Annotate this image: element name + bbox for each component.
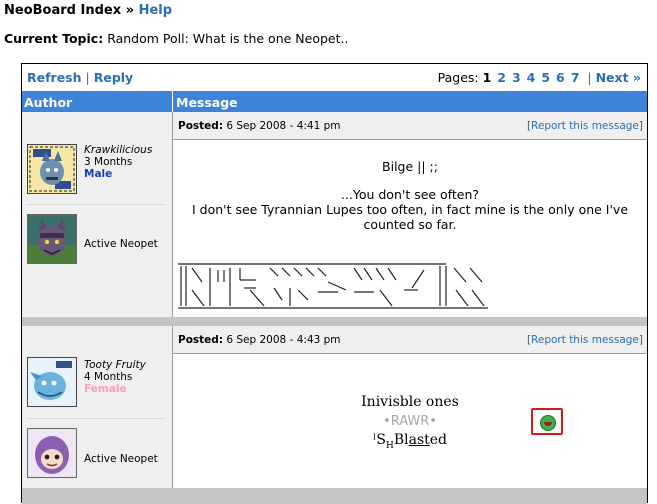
post-1-body: Bilge || ;; ...You don't see often? I do… bbox=[173, 140, 647, 317]
author-username[interactable]: Krawkilicious bbox=[84, 144, 152, 156]
post-1-line-2: ...You don't see often? bbox=[340, 187, 480, 202]
pet-image[interactable] bbox=[27, 428, 77, 478]
author-account-age: 4 Months bbox=[84, 371, 133, 383]
breadcrumb-index[interactable]: NeoBoard Index bbox=[4, 3, 121, 18]
post-2-line-2: •RAWR• bbox=[383, 414, 437, 429]
current-page: 1 bbox=[482, 70, 492, 85]
page-link-5[interactable]: 5 bbox=[541, 70, 550, 85]
column-author: Author bbox=[24, 95, 73, 110]
post-1-line-3: I don't see Tyrannian Lupes too often, i… bbox=[191, 202, 629, 217]
pagination: Pages: 1 2 3 4 5 6 7 | Next » bbox=[438, 70, 641, 85]
topic-label: Current Topic: bbox=[4, 31, 104, 46]
report-message-link[interactable]: Report this message bbox=[531, 120, 639, 132]
pagination-divider: | bbox=[587, 70, 592, 85]
column-message: Message bbox=[176, 95, 238, 110]
pet-status: Active Neopet bbox=[84, 453, 158, 465]
author-account-age: 3 Months bbox=[84, 156, 133, 168]
breadcrumb-separator: » bbox=[125, 3, 135, 18]
post-2-body: Inivisble ones •RAWR• ˡSHBlasted bbox=[173, 354, 647, 488]
post-2-line-3: ˡSHBlasted bbox=[372, 432, 448, 451]
page-link-4[interactable]: 4 bbox=[527, 70, 536, 85]
post-1-author-cell: Krawkilicious 3 Months Male Active Neope… bbox=[22, 112, 172, 317]
page-link-2[interactable]: 2 bbox=[497, 70, 506, 85]
page-link-7[interactable]: 7 bbox=[571, 70, 580, 85]
toolbar: Refresh | Reply Pages: 1 2 3 4 5 6 7 | N… bbox=[22, 64, 647, 90]
post-1-line-1: Bilge || ;; bbox=[382, 159, 438, 174]
pet-image[interactable] bbox=[27, 214, 77, 264]
ascii-signature-art bbox=[178, 263, 488, 309]
pages-label: Pages: bbox=[437, 70, 479, 85]
posted-label: Posted: bbox=[178, 334, 224, 346]
posted-time: 6 Sep 2008 - 4:41 pm bbox=[226, 120, 341, 132]
posted-label: Posted: bbox=[178, 120, 224, 132]
user-avatar[interactable] bbox=[27, 144, 77, 194]
report-message-link[interactable]: Report this message bbox=[531, 334, 639, 346]
author-username[interactable]: Tooty Fruity bbox=[84, 359, 146, 371]
current-topic: Current Topic: Random Poll: What is the … bbox=[4, 31, 348, 46]
refresh-link[interactable]: Refresh bbox=[27, 70, 82, 85]
help-link[interactable]: Help bbox=[139, 3, 172, 18]
smiley-emoticon-icon bbox=[531, 408, 563, 435]
post-2-header: Posted: 6 Sep 2008 - 4:43 pm [Report thi… bbox=[173, 326, 647, 354]
posted-time: 6 Sep 2008 - 4:43 pm bbox=[226, 334, 341, 346]
post-separator bbox=[22, 488, 647, 504]
pet-status: Active Neopet bbox=[84, 238, 158, 250]
page-link-3[interactable]: 3 bbox=[512, 70, 521, 85]
toolbar-divider: | bbox=[85, 70, 90, 85]
post-2-line-1: Inivisble ones bbox=[361, 394, 459, 410]
post-2-author-cell: Tooty Fruity 4 Months Female Active Neop… bbox=[22, 326, 172, 504]
post-separator bbox=[22, 317, 647, 326]
post-1-line-4: counted so far. bbox=[363, 217, 457, 232]
column-header: Author Message bbox=[22, 91, 647, 112]
next-link[interactable]: Next » bbox=[596, 70, 641, 85]
author-gender: Female bbox=[84, 383, 127, 395]
breadcrumb: NeoBoard Index » Help bbox=[4, 3, 172, 18]
post-1-header: Posted: 6 Sep 2008 - 4:41 pm [Report thi… bbox=[173, 112, 647, 140]
board-table: Refresh | Reply Pages: 1 2 3 4 5 6 7 | N… bbox=[21, 63, 648, 504]
user-avatar[interactable] bbox=[27, 357, 77, 407]
author-gender: Male bbox=[84, 168, 113, 180]
topic-title: Random Poll: What is the one Neopet.. bbox=[107, 31, 349, 46]
page: NeoBoard Index » Help Current Topic: Ran… bbox=[0, 0, 657, 504]
reply-link[interactable]: Reply bbox=[94, 70, 133, 85]
page-link-6[interactable]: 6 bbox=[556, 70, 565, 85]
